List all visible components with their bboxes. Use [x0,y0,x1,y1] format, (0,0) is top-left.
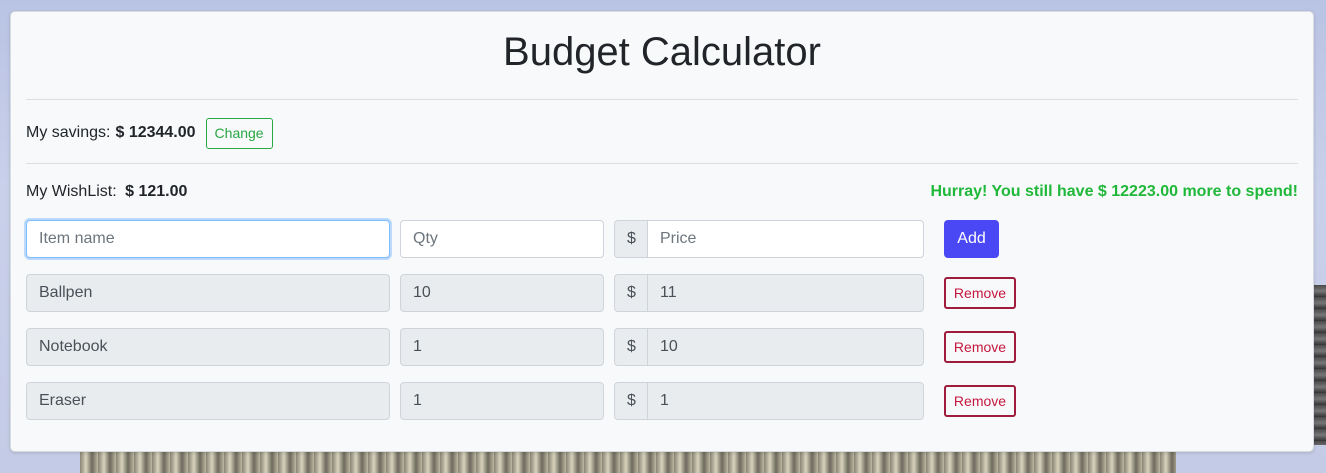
savings-row: My savings: $ 12344.00 Change [26,117,273,149]
add-item-button[interactable]: Add [944,220,999,258]
currency-addon: $ [614,220,648,258]
currency-addon: $ [614,382,648,420]
item-price-field[interactable]: 10 [647,328,924,366]
price-placeholder: Price [660,230,697,247]
qty-placeholder: Qty [413,230,438,247]
wishlist-total: $ 121.00 [125,183,188,200]
savings-amount: $ 12344.00 [115,124,196,141]
item-name-field[interactable]: Ballpen [26,274,390,312]
divider [26,99,1298,100]
remove-item-button[interactable]: Remove [944,385,1016,417]
background-coins-edge [1312,285,1326,445]
savings-label: My savings: [26,124,111,141]
item-name-placeholder: Item name [39,230,115,247]
add-item-row: Item name Qty $ Price Add [26,220,1026,258]
wishlist-item-row: Notebook 1 $ 10 Remove [26,328,1026,366]
item-qty-field[interactable]: 10 [400,274,604,312]
item-qty-field[interactable]: 1 [400,328,604,366]
wishlist-item-row: Eraser 1 $ 1 Remove [26,382,1026,420]
price-input[interactable]: Price [647,220,924,258]
budget-card: Budget Calculator My savings: $ 12344.00… [10,11,1314,452]
item-name-field[interactable]: Eraser [26,382,390,420]
remaining-budget-message: Hurray! You still have $ 12223.00 more t… [930,183,1298,200]
item-qty-field[interactable]: 1 [400,382,604,420]
item-price-field[interactable]: 1 [647,382,924,420]
wishlist-summary: My WishList: $ 121.00 [26,183,187,201]
currency-addon: $ [614,328,648,366]
page-title: Budget Calculator [503,30,821,74]
qty-input[interactable]: Qty [400,220,604,258]
currency-addon: $ [614,274,648,312]
divider [26,163,1298,164]
item-name-field[interactable]: Notebook [26,328,390,366]
wishlist-item-row: Ballpen 10 $ 11 Remove [26,274,1026,312]
remove-item-button[interactable]: Remove [944,331,1016,363]
wishlist-label: My WishList: [26,183,117,200]
change-savings-button[interactable]: Change [205,117,273,149]
item-name-input[interactable]: Item name [26,220,390,258]
remove-item-button[interactable]: Remove [944,277,1016,309]
item-price-field[interactable]: 11 [647,274,924,312]
